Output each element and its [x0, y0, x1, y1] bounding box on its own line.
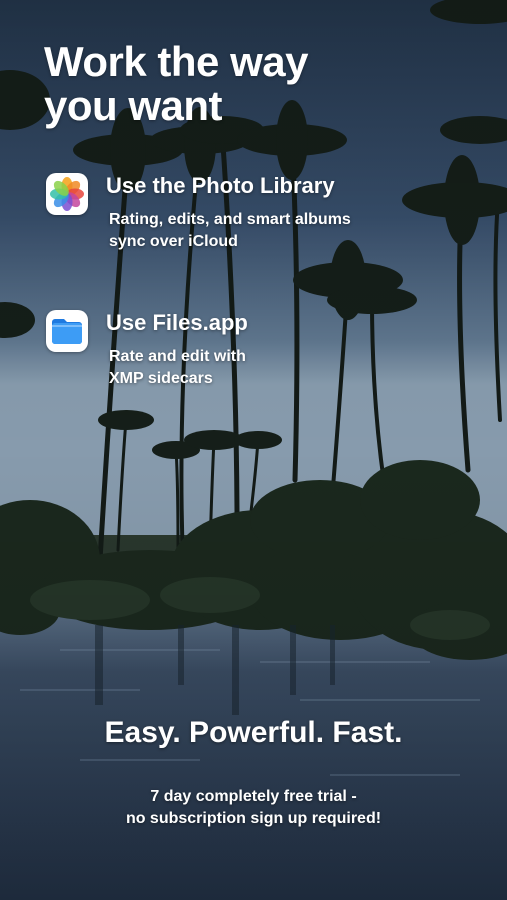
- feature-description: Rate and edit with XMP sidecars: [109, 346, 429, 390]
- headline: Work the way you want: [44, 40, 308, 128]
- feature-description-line-1: Rate and edit with: [109, 348, 246, 365]
- photos-app-icon: [46, 173, 88, 215]
- headline-line-1: Work the way: [44, 38, 308, 85]
- feature-description-line-2: sync over iCloud: [109, 233, 238, 250]
- tagline: Easy. Powerful. Fast.: [104, 716, 403, 749]
- feature-description-line-2: XMP sidecars: [109, 370, 213, 387]
- trial-notice-line-2: no subscription sign up required!: [125, 810, 382, 827]
- feature-description: Rating, edits, and smart albums sync ove…: [109, 209, 429, 253]
- headline-line-2: you want: [44, 82, 223, 129]
- feature-title: Use the Photo Library: [106, 173, 335, 198]
- trial-notice: 7 day completely free trial - no subscri…: [0, 786, 507, 830]
- feature-title: Use Files.app: [106, 310, 248, 335]
- feature-description-line-1: Rating, edits, and smart albums: [109, 211, 351, 228]
- files-app-icon: [46, 310, 88, 352]
- trial-notice-line-1: 7 day completely free trial -: [150, 788, 357, 805]
- onboarding-screen: Work the way you want Use the Photo Libr…: [0, 0, 507, 900]
